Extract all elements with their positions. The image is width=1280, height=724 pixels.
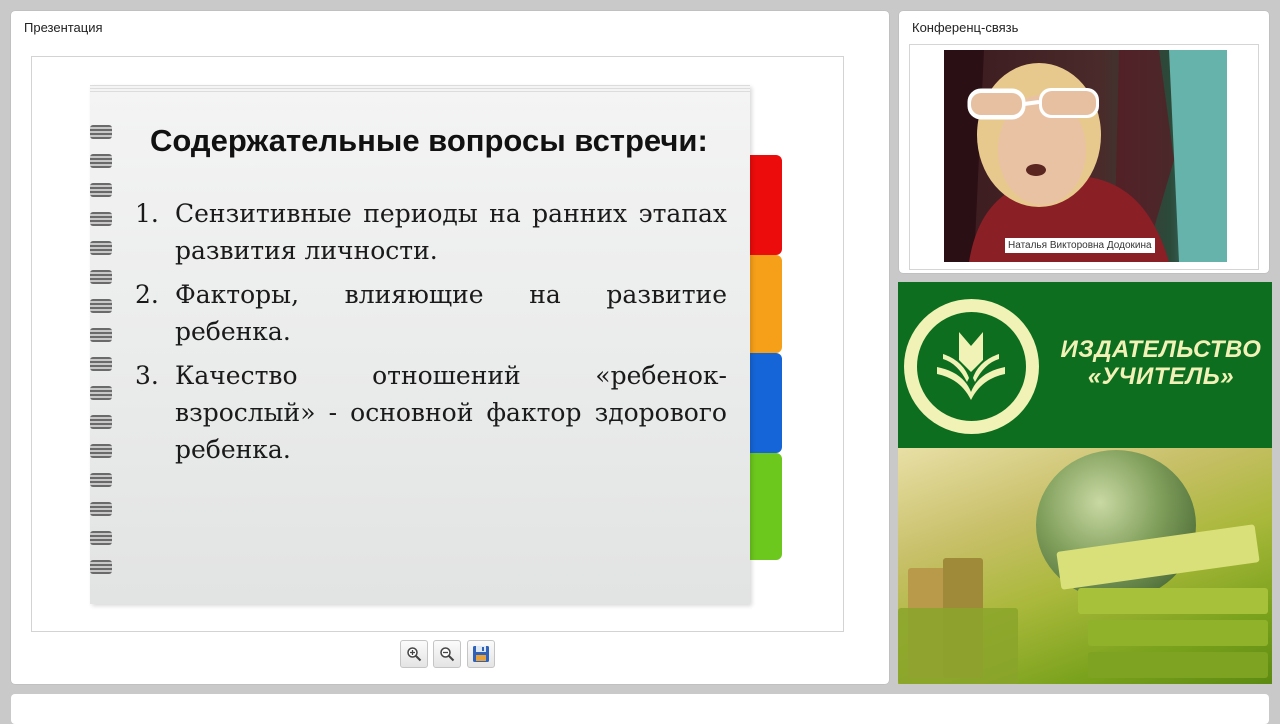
notebook-ring xyxy=(90,212,112,226)
notebook-spiral-rings xyxy=(90,125,114,585)
publisher-logo-inner xyxy=(914,309,1029,424)
notebook-ring xyxy=(90,444,112,458)
notebook-ring xyxy=(90,473,112,487)
publisher-name: ИЗДАТЕЛЬСТВО «УЧИТЕЛЬ» xyxy=(1050,336,1272,390)
zoom-in-icon xyxy=(407,647,422,662)
notebook-ring xyxy=(90,502,112,516)
color-tab-green xyxy=(750,453,782,560)
notebook-ring xyxy=(90,531,112,545)
list-item-number: 3. xyxy=(135,361,159,390)
notebook-ring xyxy=(90,357,112,371)
list-item-text: Факторы, влияющие на развитие ребенка. xyxy=(175,280,727,346)
participant-video[interactable]: Наталья Викторовна Додокина xyxy=(944,50,1227,262)
zoom-in-button[interactable] xyxy=(400,640,428,668)
list-item: 3. Качество отношений «ребенок-взрослый»… xyxy=(135,357,727,468)
conference-panel: Конференц-связь Наталья Викторовна Додок… xyxy=(899,11,1269,273)
book-emblem-icon xyxy=(937,332,1005,400)
publisher-name-line1: ИЗДАТЕЛЬСТВО xyxy=(1060,336,1262,363)
books-globe-photo xyxy=(898,448,1272,684)
slide-color-tabs xyxy=(750,155,782,560)
slide-agenda-list: 1. Сензитивные периоды на ранних этапах … xyxy=(135,195,727,475)
publisher-logo xyxy=(904,299,1039,434)
zoom-out-icon xyxy=(440,647,455,662)
book-image xyxy=(898,608,1018,684)
zoom-out-button[interactable] xyxy=(433,640,461,668)
list-item-number: 1. xyxy=(135,199,159,228)
publisher-name-line2: «УЧИТЕЛЬ» xyxy=(1087,363,1235,390)
notebook-ring xyxy=(90,125,112,139)
video-frame: Наталья Викторовна Додокина xyxy=(909,44,1259,270)
notebook-ring xyxy=(90,299,112,313)
participant-name-tag: Наталья Викторовна Додокина xyxy=(1005,238,1155,253)
notebook-ring xyxy=(90,560,112,574)
list-item-number: 2. xyxy=(135,280,159,309)
notebook-ring xyxy=(90,241,112,255)
notebook-ring xyxy=(90,183,112,197)
save-icon xyxy=(473,646,489,662)
list-item-text: Качество отношений «ребенок-взрослый» - … xyxy=(175,361,727,464)
book-image xyxy=(1088,652,1268,678)
slide-notebook-page: Содержательные вопросы встречи: 1. Сензи… xyxy=(90,85,750,604)
notebook-ring xyxy=(90,154,112,168)
publisher-banner: ИЗДАТЕЛЬСТВО «УЧИТЕЛЬ» xyxy=(898,282,1272,684)
presentation-panel-title: Презентация xyxy=(24,20,103,35)
notebook-ring xyxy=(90,386,112,400)
participant-video-image xyxy=(944,50,1227,262)
save-button[interactable] xyxy=(467,640,495,668)
color-tab-orange xyxy=(750,255,782,353)
book-image xyxy=(1078,588,1268,614)
list-item: 1. Сензитивные периоды на ранних этапах … xyxy=(135,195,727,269)
list-item: 2. Факторы, влияющие на развитие ребенка… xyxy=(135,276,727,350)
publisher-banner-header: ИЗДАТЕЛЬСТВО «УЧИТЕЛЬ» xyxy=(898,282,1272,448)
slide-heading: Содержательные вопросы встречи: xyxy=(150,123,708,158)
book-image xyxy=(1088,620,1268,646)
conference-panel-title: Конференц-связь xyxy=(912,20,1019,35)
color-tab-blue xyxy=(750,353,782,453)
list-item-text: Сензитивные периоды на ранних этапах раз… xyxy=(175,199,727,265)
notebook-ring xyxy=(90,415,112,429)
slide-viewport: Содержательные вопросы встречи: 1. Сензи… xyxy=(31,56,844,632)
notebook-ring xyxy=(90,328,112,342)
notebook-ring xyxy=(90,270,112,284)
color-tab-red xyxy=(750,155,782,255)
presentation-panel: Презентация Содержательные вопросы встре… xyxy=(11,11,889,684)
